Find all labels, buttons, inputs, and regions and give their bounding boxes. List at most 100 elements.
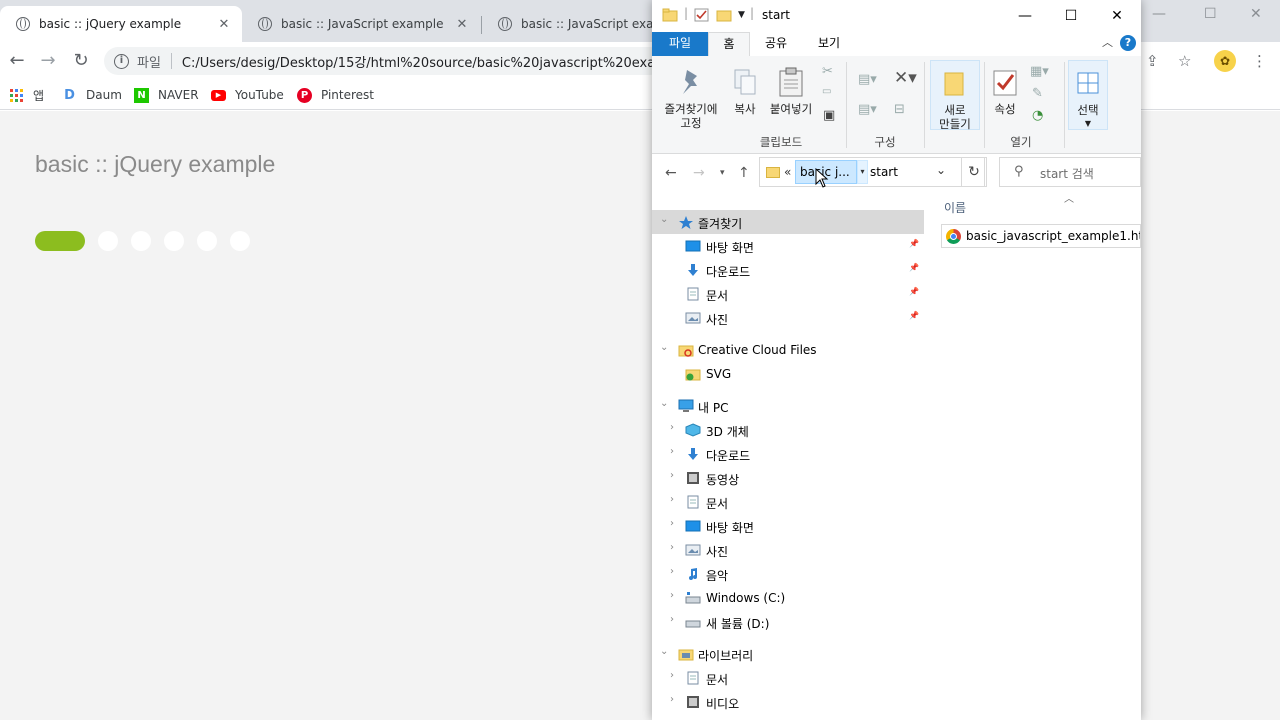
nav-pc-downloads[interactable]: › 다운로드 xyxy=(652,442,924,466)
slider-dot[interactable] xyxy=(197,231,217,251)
tab-file[interactable]: 파일 xyxy=(652,32,708,56)
refresh-icon[interactable]: ↻ xyxy=(961,157,987,187)
chevron-down-icon[interactable]: ⌄ xyxy=(660,398,668,409)
tab-view[interactable]: 보기 xyxy=(802,32,856,56)
menu-kebab-icon[interactable]: ⋮ xyxy=(1252,52,1267,70)
address-dropdown-icon[interactable]: ⌄ xyxy=(936,163,946,177)
slider-dot[interactable] xyxy=(98,231,118,251)
nav-music[interactable]: › 음악 xyxy=(652,562,924,586)
minimize-icon[interactable]: — xyxy=(1002,4,1048,28)
nav-drive-c[interactable]: › Windows (C:) xyxy=(652,586,924,610)
bookmark-star-icon[interactable]: ☆ xyxy=(1178,52,1191,70)
forward-arrow-icon[interactable]: → xyxy=(693,165,705,181)
properties-check-icon[interactable] xyxy=(694,8,710,25)
edit-icon[interactable]: ✎ xyxy=(1032,86,1043,101)
column-header-name[interactable]: 이름 xyxy=(944,199,966,216)
nav-pc-desktop[interactable]: › 바탕 화면 xyxy=(652,514,924,538)
pin-icon[interactable]: 📌 xyxy=(909,239,919,248)
nav-documents[interactable]: 문서 📌 xyxy=(652,282,924,306)
share-icon[interactable]: ⇪ xyxy=(1146,52,1159,70)
tab-home[interactable]: 홈 xyxy=(708,32,750,56)
close-icon[interactable]: ✕ xyxy=(454,17,470,32)
up-arrow-icon[interactable]: ↑ xyxy=(738,165,750,181)
close-window-icon[interactable]: ✕ xyxy=(1094,4,1140,28)
nav-this-pc[interactable]: ⌄ 내 PC xyxy=(652,394,924,418)
bookmark-naver[interactable]: N NAVER xyxy=(134,85,199,105)
nav-downloads[interactable]: 다운로드 📌 xyxy=(652,258,924,282)
nav-videos[interactable]: › 동영상 xyxy=(652,466,924,490)
tab-share[interactable]: 공유 xyxy=(752,32,800,56)
pin-icon[interactable]: 📌 xyxy=(909,287,919,296)
history-icon[interactable]: ◔ xyxy=(1032,108,1043,123)
help-icon[interactable]: ? xyxy=(1120,35,1136,51)
slider-dot[interactable] xyxy=(164,231,184,251)
new-folder-button[interactable]: 새로 만들기 xyxy=(930,60,980,131)
overflow-icon[interactable]: « xyxy=(784,165,791,179)
copy-path-icon[interactable]: ▭ xyxy=(822,86,831,97)
paste-button[interactable]: 붙여넣기 xyxy=(764,66,818,116)
nav-3d-objects[interactable]: › 3D 개체 xyxy=(652,418,924,442)
chevron-down-icon[interactable]: ▾ xyxy=(857,160,868,184)
maximize-icon[interactable]: ☐ xyxy=(1048,4,1094,28)
close-window-icon[interactable]: ✕ xyxy=(1250,6,1262,22)
chevron-right-icon[interactable]: › xyxy=(670,422,674,433)
file-item[interactable]: basic_javascript_example1.html xyxy=(941,224,1141,248)
chevron-right-icon[interactable]: › xyxy=(670,614,674,625)
slider-dot[interactable] xyxy=(230,231,250,251)
nav-lib-videos[interactable]: › 비디오 xyxy=(652,690,924,714)
chevron-right-icon[interactable]: › xyxy=(670,518,674,529)
chevron-right-icon[interactable]: › xyxy=(670,694,674,705)
back-arrow-icon[interactable]: ← xyxy=(665,165,677,181)
chevron-down-icon[interactable]: ⌄ xyxy=(660,214,668,225)
nav-svg[interactable]: SVG xyxy=(652,362,924,386)
new-folder-icon[interactable] xyxy=(716,8,732,25)
chevron-right-icon[interactable]: › xyxy=(670,542,674,553)
chevron-right-icon[interactable]: › xyxy=(670,494,674,505)
open-icon[interactable]: ▦▾ xyxy=(1030,64,1049,79)
explorer-address-bar[interactable]: « basic j... ▾ start ⌄ xyxy=(759,157,985,187)
nav-pictures[interactable]: 사진 📌 xyxy=(652,306,924,330)
close-icon[interactable]: ✕ xyxy=(216,17,232,32)
chevron-right-icon[interactable]: › xyxy=(670,670,674,681)
maximize-icon[interactable]: ☐ xyxy=(1204,6,1217,22)
rename-icon[interactable]: ⊟ xyxy=(894,102,905,117)
copy-button[interactable]: 복사 xyxy=(726,66,764,116)
reload-icon[interactable]: ↻ xyxy=(70,50,92,72)
copy-to-icon[interactable]: ▤▾ xyxy=(858,102,877,117)
forward-arrow-icon[interactable]: → xyxy=(37,50,59,72)
chevron-up-icon[interactable]: ︿ xyxy=(1102,34,1113,50)
pin-icon[interactable]: 📌 xyxy=(909,311,919,320)
nav-lib-documents[interactable]: › 문서 xyxy=(652,666,924,690)
back-arrow-icon[interactable]: ← xyxy=(6,50,28,72)
chevron-down-icon[interactable]: ⌄ xyxy=(660,342,668,353)
properties-button[interactable]: 속성 xyxy=(986,66,1024,116)
nav-favorites[interactable]: ⌄ 즐겨찾기 xyxy=(652,210,924,234)
breadcrumb-current[interactable]: start xyxy=(870,165,898,179)
chevron-right-icon[interactable]: › xyxy=(670,470,674,481)
chevron-down-icon[interactable]: ▼ xyxy=(738,10,745,20)
cut-scissors-icon[interactable]: ✂ xyxy=(822,64,833,79)
tab-jquery-example[interactable]: basic :: jQuery example ✕ xyxy=(0,6,242,42)
tab-javascript-example[interactable]: basic :: JavaScript example ✕ xyxy=(242,6,480,42)
profile-avatar-icon[interactable]: ✿ xyxy=(1214,50,1236,72)
url-text[interactable]: C:/Users/desig/Desktop/15강/html%20source… xyxy=(182,52,664,71)
slider-dot[interactable] xyxy=(35,231,85,251)
chevron-right-icon[interactable]: › xyxy=(670,446,674,457)
nav-creative-cloud-files[interactable]: ⌄ Creative Cloud Files xyxy=(652,338,924,362)
chevron-right-icon[interactable]: › xyxy=(670,590,674,601)
bookmark-daum[interactable]: D Daum xyxy=(62,85,122,105)
nav-drive-d[interactable]: › 새 볼륨 (D:) xyxy=(652,610,924,634)
address-bar[interactable]: i 파일 C:/Users/desig/Desktop/15강/html%20s… xyxy=(104,47,664,75)
recent-locations-chevron-icon[interactable]: ▾ xyxy=(720,168,725,178)
minimize-icon[interactable]: — xyxy=(1152,6,1166,22)
nav-pc-pictures[interactable]: › 사진 xyxy=(652,538,924,562)
paste-shortcut-icon[interactable]: ▣ xyxy=(823,108,835,123)
nav-desktop[interactable]: 바탕 화면 📌 xyxy=(652,234,924,258)
pin-to-quick-access-button[interactable]: 즐겨찾기에 고정 xyxy=(660,66,722,130)
pin-icon[interactable]: 📌 xyxy=(909,263,919,272)
nav-libraries[interactable]: ⌄ 라이브러리 xyxy=(652,642,924,666)
nav-pc-documents[interactable]: › 문서 xyxy=(652,490,924,514)
search-input[interactable]: ⚲ start 검색 xyxy=(999,157,1141,187)
bookmark-youtube[interactable]: ▶ YouTube xyxy=(211,85,284,105)
slider-dot[interactable] xyxy=(131,231,151,251)
